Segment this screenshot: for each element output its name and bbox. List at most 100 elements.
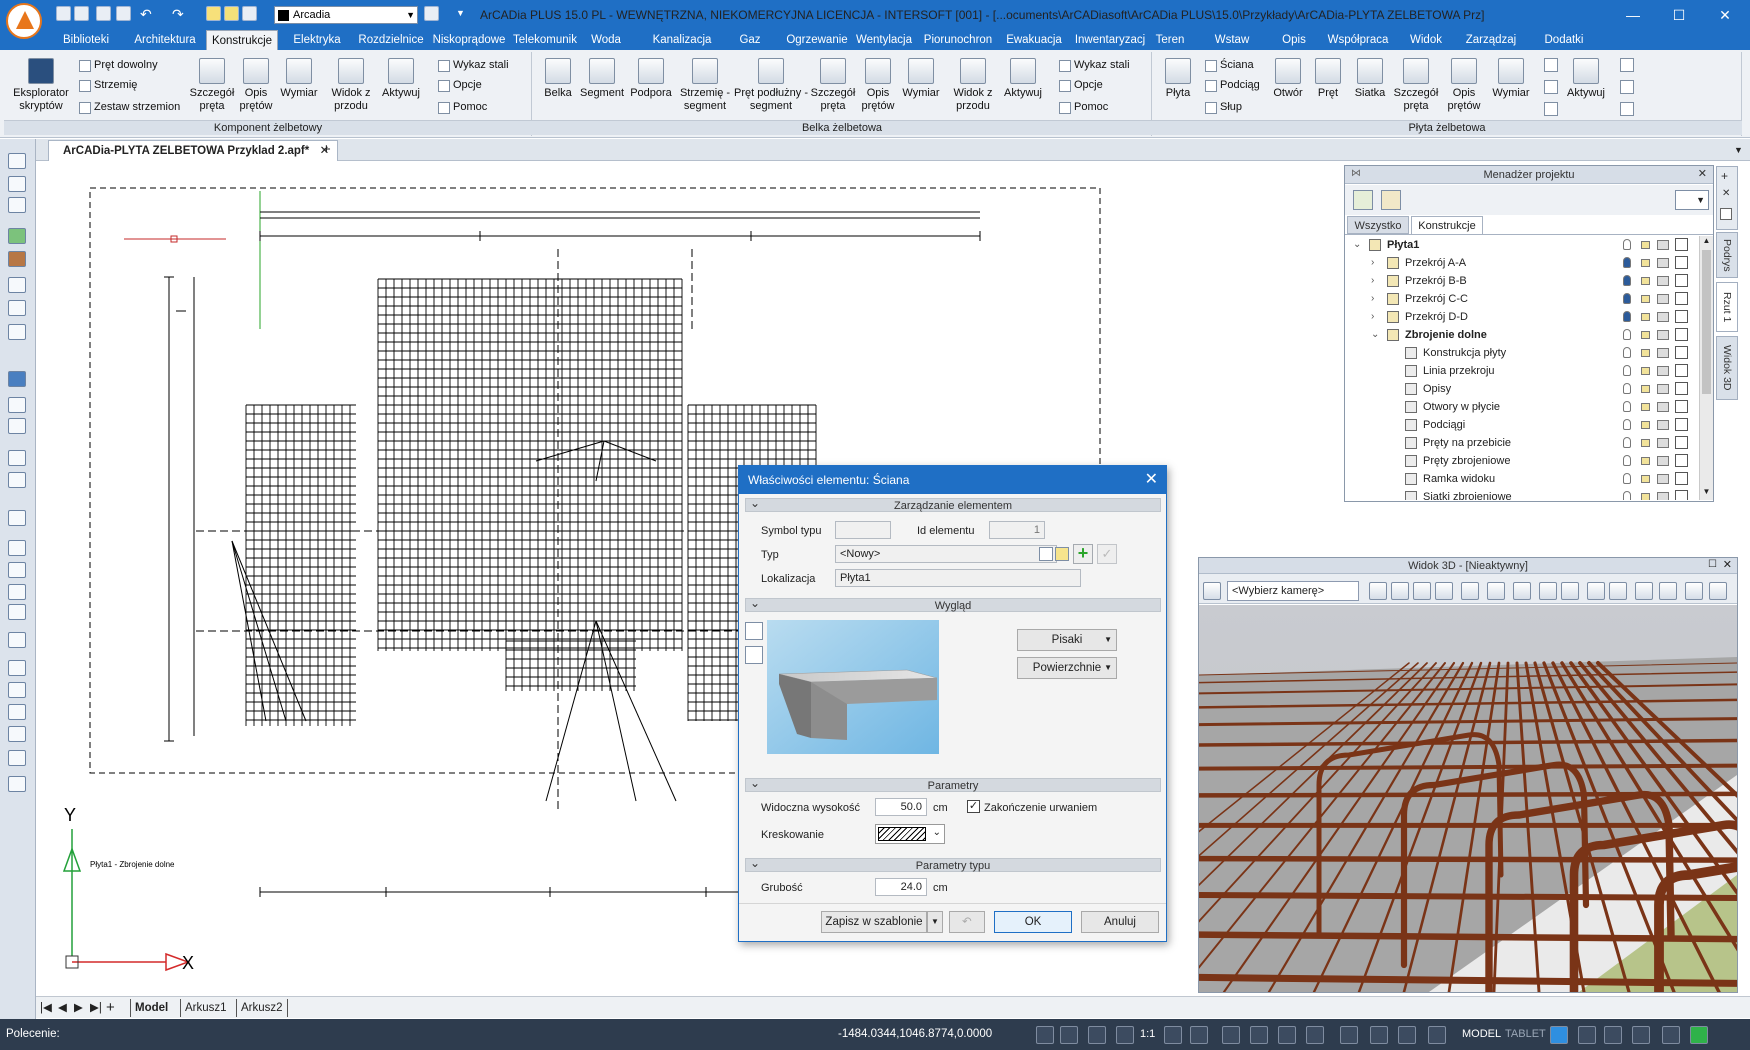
section-parameters[interactable]: Parametry — [745, 776, 1161, 792]
side-tab-podrys[interactable]: Podrys — [1716, 232, 1738, 278]
tab-ogrzewanie[interactable]: Ogrzewanie — [784, 30, 850, 50]
tab-wstaw[interactable]: Wstaw — [1204, 30, 1260, 50]
tab-widok[interactable]: Widok — [1402, 30, 1450, 50]
tab-teren[interactable]: Teren — [1148, 30, 1192, 50]
lock-icon[interactable] — [1641, 403, 1650, 411]
item-checkbox[interactable] — [1675, 346, 1688, 359]
help-button[interactable]: Pomoc — [1058, 98, 1108, 116]
brown-material-icon[interactable] — [8, 251, 26, 267]
light-bulb-icon[interactable] — [206, 6, 221, 21]
front-view-button[interactable]: Widok z przodu — [326, 58, 376, 113]
script-explorer-button[interactable]: Eksplorator skryptów — [6, 58, 76, 113]
tree-item[interactable]: Pręty zbrojeniowe — [1345, 452, 1697, 470]
camera-select[interactable]: <Wybierz kamerę> — [1227, 581, 1359, 601]
tab-inwentaryzacj[interactable]: Inwentaryzacj — [1074, 30, 1146, 50]
dialog-close-icon[interactable]: ✕ — [1145, 466, 1158, 494]
view-3d-render[interactable] — [1199, 605, 1737, 992]
activate-button[interactable]: Aktywuj — [1000, 58, 1046, 100]
help-button[interactable]: Pomoc — [437, 98, 487, 116]
bar-description-button[interactable]: Opis prętów — [236, 58, 276, 113]
print-icon[interactable] — [1657, 492, 1669, 500]
view3d-tool-13-icon[interactable] — [1635, 582, 1653, 600]
side-tab-widok3d[interactable]: Widok 3D — [1716, 336, 1738, 400]
screens-icon[interactable] — [1662, 1026, 1680, 1044]
visibility-bulb-icon[interactable] — [1623, 455, 1631, 466]
tab-gaz[interactable]: Gaz — [724, 30, 776, 50]
close-window-icon[interactable]: ✕ — [1702, 0, 1748, 30]
bar-detail-button[interactable]: Szczegół pręta — [808, 58, 858, 113]
rotate-icon[interactable] — [8, 371, 26, 387]
tree-item[interactable]: Konstrukcja płyty — [1345, 344, 1697, 362]
options-button[interactable]: Opcje — [1058, 76, 1103, 94]
dimension-button[interactable]: Wymiar — [898, 58, 944, 100]
lock-icon[interactable] — [1641, 313, 1650, 321]
grid-toggle-icon[interactable] — [1250, 1026, 1268, 1044]
redo-icon[interactable]: ↷ — [172, 6, 184, 23]
mesh-button[interactable]: Siatka — [1350, 58, 1390, 100]
bar-button[interactable]: Pręt — [1310, 58, 1346, 100]
maximize-icon[interactable]: ☐ — [1656, 0, 1702, 30]
activate-button[interactable]: Aktywuj — [378, 58, 424, 100]
add-type-icon[interactable]: + — [1073, 544, 1093, 564]
dynamic-input-icon[interactable] — [1190, 1026, 1208, 1044]
last-sheet-icon[interactable]: ▶| — [90, 999, 102, 1017]
dimension-button[interactable]: Wymiar — [1488, 58, 1534, 100]
visibility-bulb-icon[interactable] — [1623, 491, 1631, 500]
tab-zarządzaj[interactable]: Zarządzaj — [1458, 30, 1524, 50]
lock-icon[interactable] — [1641, 295, 1650, 303]
lock-icon[interactable] — [1641, 493, 1650, 500]
zoom-window-icon[interactable] — [8, 418, 26, 434]
expand-toggle-icon[interactable]: › — [1371, 254, 1374, 272]
bar-description-button[interactable]: Opis prętów — [1444, 58, 1484, 113]
view-icon[interactable] — [8, 472, 26, 488]
view3d-tool-10-icon[interactable] — [1561, 582, 1579, 600]
tree-item[interactable]: Podciągi — [1345, 416, 1697, 434]
close-panel-icon[interactable]: ✕ — [1698, 167, 1707, 180]
ucs-icon[interactable] — [8, 324, 26, 340]
bar-description-button[interactable]: Opis prętów — [858, 58, 898, 113]
steel-list-button[interactable]: Wykaz stali — [1058, 56, 1130, 74]
undo-icon[interactable]: ↶ — [140, 6, 152, 23]
dimension-snap-icon[interactable] — [1306, 1026, 1324, 1044]
tree-item[interactable]: ⌄ Płyta1 — [1345, 236, 1697, 254]
lock-icon[interactable] — [1641, 277, 1650, 285]
layer-lock-icon[interactable] — [242, 6, 257, 21]
small-tool-6-icon[interactable] — [1620, 102, 1634, 116]
visibility-bulb-icon[interactable] — [1623, 347, 1631, 358]
trim-icon[interactable] — [8, 682, 26, 698]
tab-niskoprądowe[interactable]: Niskoprądowe — [432, 30, 506, 50]
tree-item[interactable]: Siatki zbrojeniowe — [1345, 488, 1697, 500]
lock-icon[interactable] — [1641, 349, 1650, 357]
tree-item[interactable]: Linia przekroju — [1345, 362, 1697, 380]
object-snap-icon[interactable] — [1398, 1026, 1416, 1044]
point-icon[interactable] — [8, 632, 26, 648]
lock-icon[interactable] — [1641, 385, 1650, 393]
view3d-tool-5-icon[interactable] — [1435, 582, 1453, 600]
text-icon[interactable] — [8, 776, 26, 792]
list-toggle-icon[interactable] — [1428, 1026, 1446, 1044]
tab-elektryka[interactable]: Elektryka — [286, 30, 348, 50]
stirrup-set-button[interactable]: Zestaw strzemion — [78, 98, 180, 116]
small-tool-1-icon[interactable] — [1544, 58, 1558, 72]
lock-icon[interactable] — [1641, 367, 1650, 375]
expand-toggle-icon[interactable]: › — [1371, 308, 1374, 326]
print-icon[interactable] — [1657, 456, 1669, 466]
tree-item[interactable]: Pręty na przebicie — [1345, 434, 1697, 452]
small-tool-4-icon[interactable] — [1620, 58, 1634, 72]
grid-icon[interactable] — [8, 277, 26, 293]
tracking-icon[interactable] — [1164, 1026, 1182, 1044]
hatch-icon[interactable] — [8, 750, 26, 766]
section-management[interactable]: Zarządzanie elementem — [745, 496, 1161, 512]
type-input[interactable]: <Nowy> — [835, 545, 1057, 563]
section-type-parameters[interactable]: Parametry typu — [745, 856, 1161, 872]
print-icon[interactable] — [1657, 402, 1669, 412]
thickness-input[interactable]: 24.0 — [875, 878, 927, 896]
visibility-bulb-icon[interactable] — [1623, 275, 1631, 286]
circle-icon[interactable] — [8, 584, 26, 600]
sheet-tab-arkusz1[interactable]: Arkusz1 — [180, 999, 231, 1017]
tree-item[interactable]: › Przekrój A-A — [1345, 254, 1697, 272]
item-checkbox[interactable] — [1675, 238, 1688, 251]
tab-piorunochron[interactable]: Piorunochron — [922, 30, 994, 50]
polar-icon[interactable] — [1116, 1026, 1134, 1044]
item-checkbox[interactable] — [1675, 490, 1688, 500]
